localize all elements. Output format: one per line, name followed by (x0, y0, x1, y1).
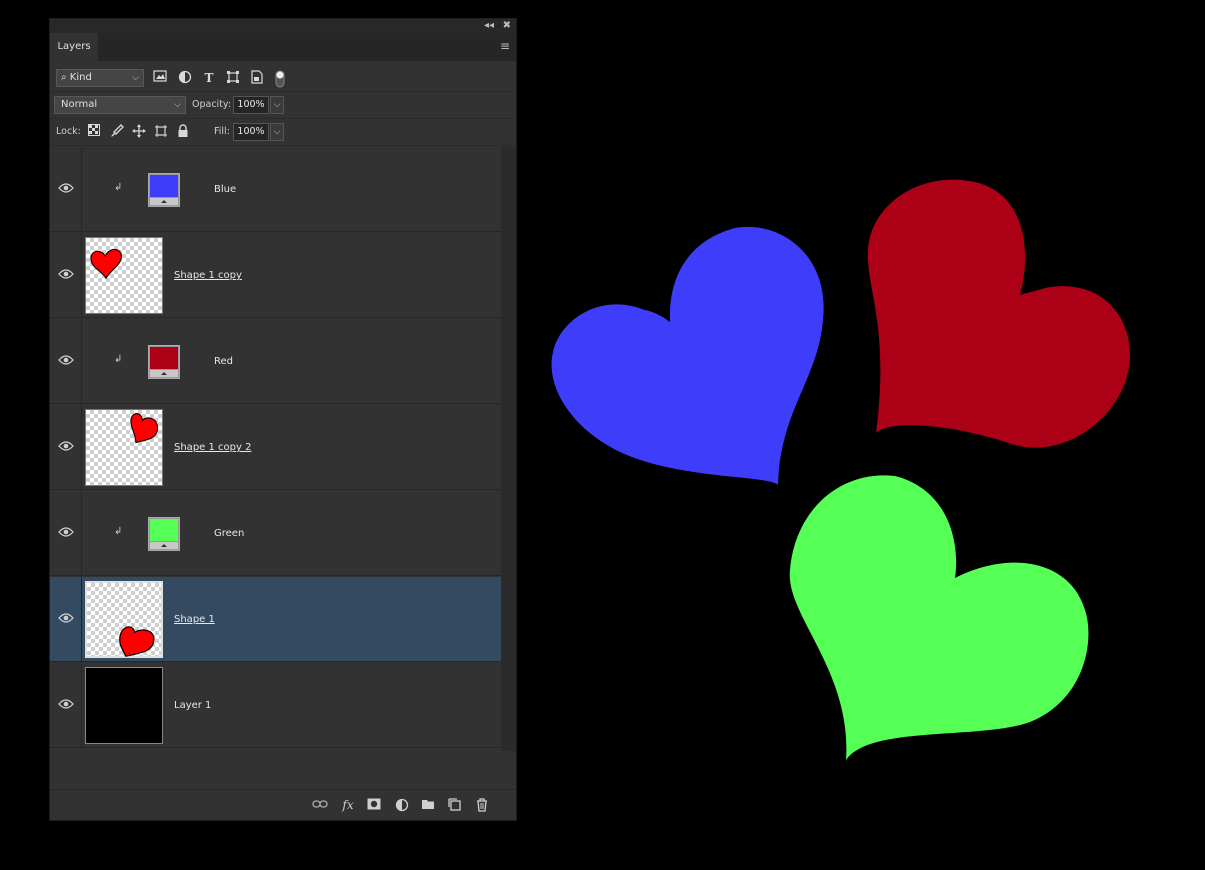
layers-scrollbar[interactable] (501, 147, 516, 751)
shape-filter-icon[interactable] (225, 70, 241, 86)
clipping-mask-arrow-icon: ↲ (114, 182, 123, 193)
visibility-toggle[interactable] (50, 319, 82, 403)
blend-mode-bar: Normal ⌵ Opacity: 100% ⌵ (50, 92, 516, 119)
opacity-chevron-down-icon[interactable]: ⌵ (270, 96, 284, 114)
layer-row-red[interactable]: ↲ Red (50, 319, 502, 404)
new-layer-icon[interactable] (447, 798, 463, 812)
fill-color-swatch (150, 347, 178, 369)
layer-filter-bar: ⌕ Kind ⌵ T (50, 65, 516, 92)
lock-bar: Lock: Fill: 100% ⌵ (50, 119, 516, 146)
layer-row-shape-1-copy-2[interactable]: Shape 1 copy 2 (50, 405, 502, 490)
layer-name: Shape 1 copy (174, 270, 242, 281)
fill-input[interactable]: 100% (233, 123, 269, 141)
eye-icon (58, 183, 74, 193)
hamburger-menu-icon[interactable]: ≡ (500, 40, 510, 52)
chevron-down-icon: ⌵ (174, 100, 181, 110)
blue-heart[interactable] (551, 226, 824, 485)
heart-thumbnail-icon (119, 626, 155, 657)
search-icon: ⌕ (61, 72, 67, 83)
type-filter-icon[interactable]: T (201, 70, 217, 86)
layers-panel: ◂◂ ✖ Layers ≡ ⌕ Kind ⌵ T Normal ⌵ Opacit… (49, 18, 517, 821)
lock-transparent-pixels-icon[interactable] (86, 124, 102, 140)
chevron-down-icon: ⌵ (132, 73, 139, 83)
add-mask-icon[interactable] (366, 798, 382, 812)
eye-icon (58, 269, 74, 279)
eye-icon (58, 699, 74, 709)
layer-row-green[interactable]: ↲ Green (50, 491, 502, 576)
heart-thumbnail-icon (90, 248, 122, 280)
visibility-toggle[interactable] (50, 233, 82, 317)
fill-label: Fill: (214, 126, 230, 137)
fill-layer-thumbnail (148, 173, 180, 207)
layer-row-shape-1[interactable]: Shape 1 (50, 577, 502, 662)
layer-name: Shape 1 copy 2 (174, 442, 252, 453)
kind-filter-dropdown[interactable]: ⌕ Kind ⌵ (56, 69, 144, 87)
adjustment-filter-icon[interactable] (177, 70, 193, 86)
layer-row-shape-1-copy[interactable]: Shape 1 copy (50, 233, 502, 318)
panel-title-bar: ◂◂ ✖ (50, 19, 516, 33)
tab-layers[interactable]: Layers (50, 33, 98, 61)
clipping-mask-arrow-icon: ↲ (114, 354, 123, 365)
delete-layer-icon[interactable] (474, 798, 490, 812)
layer-name: Shape 1 (174, 614, 215, 625)
layer-thumbnail (85, 667, 163, 744)
double-chevron-left-icon[interactable]: ◂◂ (484, 20, 494, 32)
lock-artboard-icon[interactable] (153, 124, 169, 140)
link-layers-icon[interactable] (312, 798, 328, 812)
eye-icon (58, 355, 74, 365)
green-heart[interactable] (789, 475, 1089, 760)
layer-name: Green (214, 528, 245, 539)
layer-thumbnail (85, 237, 163, 314)
fill-layer-thumbnail (148, 345, 180, 379)
red-heart[interactable] (867, 179, 1130, 448)
eye-icon (58, 441, 74, 451)
blend-mode-value: Normal (61, 99, 98, 110)
fill-color-swatch (150, 519, 178, 541)
lock-all-icon[interactable] (175, 124, 191, 140)
visibility-toggle[interactable] (50, 577, 82, 661)
layer-row-layer-1[interactable]: Layer 1 (50, 663, 502, 748)
visibility-toggle[interactable] (50, 663, 82, 747)
fill-layer-thumbnail (148, 517, 180, 551)
layers-bottom-bar: fx (50, 789, 516, 820)
visibility-toggle[interactable] (50, 491, 82, 575)
eye-icon (58, 527, 74, 537)
fx-icon[interactable]: fx (340, 798, 356, 812)
smart-object-filter-icon[interactable] (249, 70, 265, 86)
eye-icon (58, 613, 74, 623)
lock-label: Lock: (56, 126, 81, 137)
layer-name: Blue (214, 184, 237, 195)
layer-thumbnail (85, 581, 163, 658)
blend-mode-dropdown[interactable]: Normal ⌵ (54, 96, 186, 114)
kind-filter-value: Kind (69, 72, 92, 83)
pixel-filter-icon[interactable] (152, 70, 168, 86)
close-icon[interactable]: ✖ (503, 20, 511, 32)
heart-thumbnail-icon (130, 413, 159, 444)
lock-image-pixels-icon[interactable] (109, 124, 125, 140)
fill-color-swatch (150, 175, 178, 197)
filter-toggle-icon[interactable] (272, 70, 288, 88)
opacity-label: Opacity: (192, 99, 232, 110)
layer-row-blue[interactable]: ↲ Blue (50, 147, 502, 232)
opacity-input[interactable]: 100% (233, 96, 269, 114)
clipping-mask-arrow-icon: ↲ (114, 526, 123, 537)
document-canvas[interactable] (540, 170, 1140, 770)
visibility-toggle[interactable] (50, 147, 82, 231)
fill-chevron-down-icon[interactable]: ⌵ (270, 123, 284, 141)
panel-tab-bar: Layers ≡ (50, 33, 516, 61)
visibility-toggle[interactable] (50, 405, 82, 489)
layer-name: Red (214, 356, 233, 367)
lock-position-icon[interactable] (131, 124, 147, 140)
layers-list: ↲ Blue Shape 1 copy ↲ Red Shape 1 copy 2… (50, 147, 502, 751)
layer-name: Layer 1 (174, 700, 212, 711)
layer-thumbnail (85, 409, 163, 486)
new-group-icon[interactable] (420, 798, 436, 812)
new-adjustment-icon[interactable] (394, 798, 410, 812)
